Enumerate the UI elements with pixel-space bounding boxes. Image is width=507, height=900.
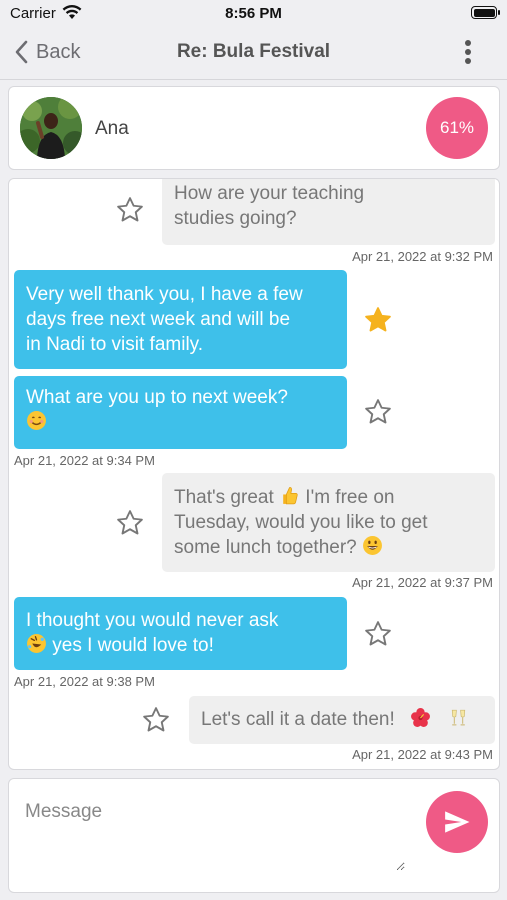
match-percentage-badge: 61% bbox=[426, 97, 488, 159]
hibiscus-emoji bbox=[411, 708, 430, 727]
star-button[interactable] bbox=[115, 195, 145, 225]
send-button[interactable] bbox=[426, 791, 488, 853]
star-button[interactable] bbox=[363, 397, 393, 427]
star-button[interactable] bbox=[363, 619, 393, 649]
profile-card[interactable]: Ana 61% bbox=[8, 86, 500, 170]
message-bubble-incoming[interactable]: How are your teaching studies going? bbox=[162, 179, 495, 245]
message-timestamp: Apr 21, 2022 at 9:37 PM bbox=[352, 575, 493, 590]
star-button[interactable] bbox=[115, 508, 145, 538]
message-timestamp: Apr 21, 2022 at 9:38 PM bbox=[14, 674, 155, 689]
star-outline-icon bbox=[117, 197, 143, 222]
star-button[interactable] bbox=[363, 305, 393, 335]
star-outline-icon bbox=[117, 510, 143, 535]
message-composer bbox=[8, 778, 500, 893]
message-timestamp: Apr 21, 2022 at 9:34 PM bbox=[14, 453, 155, 468]
smiling-face-emoji bbox=[27, 411, 46, 430]
message-list[interactable]: How are your teaching studies going? Apr… bbox=[8, 178, 500, 770]
star-outline-icon bbox=[365, 621, 391, 646]
message-timestamp: Apr 21, 2022 at 9:32 PM bbox=[352, 249, 493, 264]
clinking-glasses-emoji bbox=[452, 709, 466, 726]
grinning-face-emoji bbox=[363, 536, 382, 555]
star-filled-icon bbox=[365, 307, 391, 332]
message-bubble-incoming[interactable]: Let's call it a date then! bbox=[189, 696, 495, 744]
rolling-laughing-emoji bbox=[27, 634, 46, 653]
battery-icon bbox=[471, 6, 500, 19]
message-bubble-outgoing[interactable]: Very well thank you, I have a few days f… bbox=[14, 270, 347, 369]
star-button[interactable] bbox=[141, 705, 171, 735]
message-timestamp: Apr 21, 2022 at 9:43 PM bbox=[352, 747, 493, 762]
message-bubble-outgoing[interactable]: What are you up to next week? bbox=[14, 376, 347, 449]
star-outline-icon bbox=[365, 399, 391, 424]
more-options-button[interactable] bbox=[463, 40, 473, 68]
avatar[interactable] bbox=[20, 97, 82, 159]
navigation-bar: Back Re: Bula Festival bbox=[0, 28, 507, 80]
status-time: 8:56 PM bbox=[225, 5, 282, 22]
send-icon bbox=[445, 811, 470, 833]
conversation-title: Re: Bula Festival bbox=[176, 41, 331, 62]
message-bubble-outgoing[interactable]: I thought you would never ask yes I woul… bbox=[14, 597, 347, 670]
profile-name: Ana bbox=[95, 118, 129, 139]
star-outline-icon bbox=[143, 707, 169, 732]
more-vertical-icon bbox=[465, 40, 471, 46]
message-input[interactable] bbox=[25, 801, 405, 871]
thumbs-up-emoji bbox=[283, 487, 298, 505]
status-bar: Carrier 8:56 PM bbox=[0, 0, 507, 28]
message-bubble-incoming[interactable]: That's great I'm free on Tuesday, would … bbox=[162, 473, 495, 572]
